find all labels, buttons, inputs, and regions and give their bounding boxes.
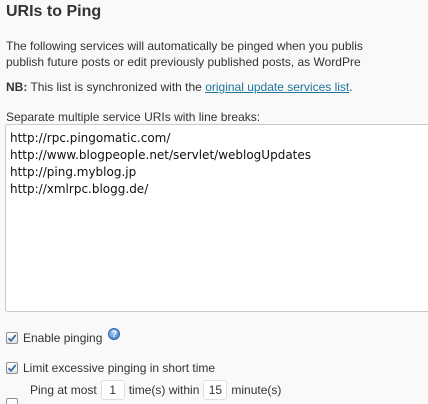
limit-pinging-checkbox[interactable] — [6, 362, 18, 374]
section-title: URIs to Ping — [6, 3, 102, 20]
note-end: . — [349, 80, 353, 94]
intro-line-1: The following services will automaticall… — [6, 39, 363, 53]
limit-pinging-label[interactable]: Limit excessive pinging in short time — [23, 361, 215, 375]
ping-minutes-input[interactable]: 15 — [203, 380, 228, 400]
note-text: This list is synchronized with the — [27, 80, 206, 94]
uri-line: http://rpc.pingomatic.com/ — [10, 131, 171, 145]
limit-pinging-row: Limit excessive pinging in short time — [6, 361, 215, 375]
uri-line: http://www.blogpeople.net/servlet/weblog… — [10, 148, 312, 162]
checkmark-icon — [7, 334, 17, 343]
update-services-link[interactable]: original update services list — [205, 80, 349, 94]
ping-limit-middle: time(s) within — [128, 383, 200, 397]
help-icon[interactable]: ? — [108, 328, 121, 340]
uri-line: http://ping.myblog.jp — [10, 165, 137, 179]
intro-text: The following services will automaticall… — [6, 38, 363, 70]
enable-pinging-row: Enable pinging ? — [6, 328, 121, 345]
next-option-checkbox[interactable] — [6, 398, 18, 404]
enable-pinging-checkbox[interactable] — [6, 332, 18, 344]
ping-limit-suffix: minute(s) — [231, 383, 282, 397]
ping-limit-prefix: Ping at most — [30, 383, 97, 397]
sync-note: NB: This list is synchronized with the o… — [6, 80, 353, 94]
ping-settings-panel: URIs to Ping The following services will… — [0, 0, 428, 404]
ping-count-input[interactable]: 1 — [100, 380, 125, 400]
uri-line: http://xmlrpc.blogg.de/ — [10, 182, 149, 196]
intro-line-2: publish future posts or edit previously … — [6, 55, 361, 69]
uris-textarea[interactable]: http://rpc.pingomatic.com/ http://www.bl… — [5, 124, 428, 312]
ping-limit-row: Ping at most 1 time(s) within 15 minute(… — [30, 380, 281, 400]
enable-pinging-label[interactable]: Enable pinging — [23, 331, 102, 345]
note-label: NB: — [6, 80, 28, 94]
checkmark-icon — [7, 364, 17, 373]
uris-label: Separate multiple service URIs with line… — [6, 110, 261, 124]
